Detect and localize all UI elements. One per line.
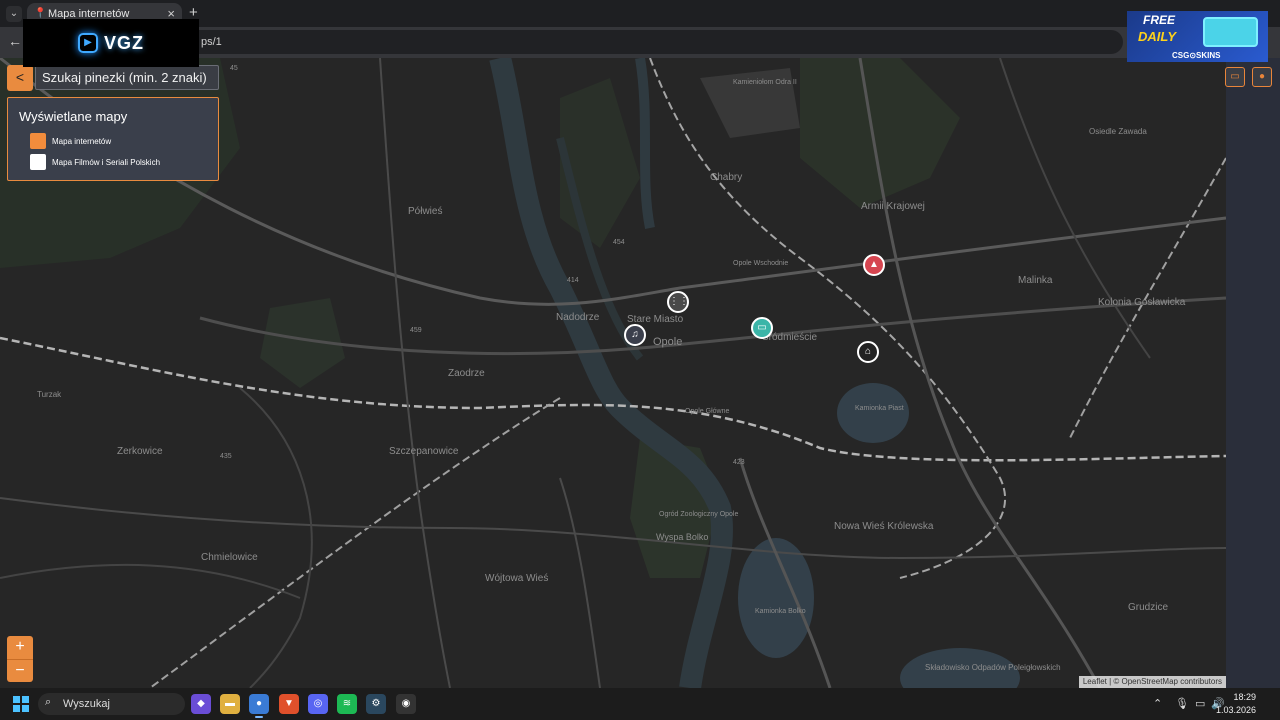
- back-button[interactable]: <: [7, 65, 33, 91]
- taskbar-search-label: Wyszukaj: [63, 698, 110, 710]
- alert-icon: ▲: [869, 259, 879, 270]
- grid-icon: ⋮⋮: [669, 296, 689, 307]
- zoom-out-button[interactable]: −: [7, 660, 33, 683]
- map-label-szczepanowice: Szczepanowice: [389, 446, 459, 457]
- discord-icon[interactable]: ◎: [308, 694, 328, 714]
- browser-back-icon[interactable]: ←: [8, 33, 22, 49]
- grid-pin[interactable]: ⋮⋮: [667, 291, 689, 313]
- copilot-icon[interactable]: ◆: [191, 694, 211, 714]
- map-attribution[interactable]: Leaflet | © OpenStreetMap contributors: [1078, 676, 1226, 688]
- road-459: 459: [410, 327, 422, 334]
- map-label-opole-wschodnie: Opole Wschodnie: [733, 260, 788, 267]
- ad-free-text: FREE: [1143, 13, 1176, 27]
- microphone-icon[interactable]: 🎙: [1175, 697, 1189, 710]
- url-text: ps/1: [201, 36, 222, 48]
- map-label-nowa-wies: Nowa Wieś Królewska: [834, 521, 934, 532]
- network-icon[interactable]: ▭: [1195, 697, 1205, 710]
- steam-icon[interactable]: ⚙: [366, 694, 386, 714]
- tray-chevron-icon[interactable]: ⌃: [1153, 697, 1162, 710]
- zoom-in-button[interactable]: +: [7, 636, 33, 659]
- map-label-kamionka-piast: Kamionka Piast: [855, 405, 904, 412]
- windows-start-icon[interactable]: [13, 696, 29, 712]
- road-454: 454: [613, 239, 625, 246]
- map-label-skladowisko: Składowisko Odpadów Poleigłowskich: [925, 663, 1061, 672]
- building-pin[interactable]: ⌂: [857, 341, 879, 363]
- map-label-armii-krajowej: Armii Krajowej: [861, 201, 925, 212]
- legend-label: Mapa internetów: [52, 136, 112, 146]
- map-label-grudzice: Grudzice: [1128, 602, 1168, 613]
- clock-time: 18:29: [1233, 692, 1256, 702]
- map-label-polwies: Półwieś: [408, 206, 442, 217]
- building-icon: ⌂: [864, 346, 872, 357]
- legend-title: Wyświetlane mapy: [19, 109, 128, 124]
- legend-label: Mapa Filmów i Seriali Polskich: [52, 157, 161, 167]
- map-label-opole-glowne: Opole Główne: [685, 408, 729, 415]
- brave-icon[interactable]: ▼: [279, 694, 299, 714]
- road-435: 435: [220, 453, 232, 460]
- map-label-wyspa-bolko: Wyspa Bolko: [656, 532, 708, 542]
- zoom-control: + −: [7, 636, 33, 682]
- taskbar-search[interactable]: ⌕ Wyszukaj: [38, 693, 185, 715]
- map-label-malinka: Malinka: [1018, 275, 1053, 286]
- road-414: 414: [567, 277, 579, 284]
- windows-taskbar: ⌕ Wyszukaj ◆ ▬ ● ▼ ◎ ≋ ⚙ ◉ ⌃ 🎙 ▭ 🔊 18:29…: [0, 688, 1280, 720]
- right-side-panel: [1226, 58, 1280, 688]
- map-label-zawada: Osiedle Zawada: [1089, 127, 1147, 136]
- legend-swatch-orange: [30, 133, 46, 149]
- monitor-icon[interactable]: ▭: [1225, 67, 1245, 87]
- map-label-chmielowice: Chmielowice: [201, 552, 258, 563]
- map-label-turzak: Turzak: [37, 390, 62, 399]
- legend-panel: Wyświetlane mapy Mapa internetów Mapa Fi…: [7, 97, 219, 181]
- ad-brand-text: CSG⊙SKINS: [1172, 51, 1221, 60]
- taskbar-clock[interactable]: 18:29 1.03.2026: [1216, 691, 1256, 717]
- music-icon: ♫: [631, 329, 639, 340]
- file-explorer-icon[interactable]: ▬: [220, 694, 240, 714]
- legend-swatch-white: [30, 154, 46, 170]
- road-423: 423: [733, 459, 745, 466]
- pin-search-input[interactable]: [35, 65, 219, 90]
- ticket-pin[interactable]: ▭: [751, 317, 773, 339]
- legend-item-mapa-internetow[interactable]: Mapa internetów: [30, 133, 111, 149]
- map-label-city: Opole: [653, 336, 682, 348]
- map-label-zaodrze: Zaodrze: [448, 368, 485, 379]
- chrome-icon[interactable]: ●: [249, 694, 269, 718]
- music-pin[interactable]: ♫: [624, 324, 646, 346]
- obs-icon[interactable]: ◉: [396, 694, 416, 714]
- vgz-logo-overlay: ▶ VGZ: [23, 19, 199, 67]
- info-icon[interactable]: ●: [1252, 67, 1272, 87]
- map-label-zoo: Ogród Zoologiczny Opole: [659, 511, 738, 518]
- csgo-skins-ad[interactable]: FREE DAILY CSG⊙SKINS: [1127, 11, 1268, 62]
- map-label-kolonia-goslawicka: Kolonia Gosławicka: [1098, 297, 1186, 308]
- legend-item-mapa-filmow[interactable]: Mapa Filmów i Seriali Polskich: [30, 154, 160, 170]
- spotify-icon[interactable]: ≋: [337, 694, 357, 714]
- ticket-icon: ▭: [757, 322, 767, 333]
- vgz-logo-text: VGZ: [103, 32, 144, 53]
- map-label-wojtowa-wies: Wójtowa Wieś: [485, 573, 548, 584]
- alert-pin[interactable]: ▲: [863, 254, 885, 276]
- tab-search-icon[interactable]: ⌄: [6, 6, 22, 22]
- map-label-chabry: Chabry: [710, 172, 742, 183]
- clock-date: 1.03.2026: [1215, 705, 1256, 715]
- map-label-nadodrze: Nadodrze: [556, 312, 600, 323]
- road-45: 45: [230, 65, 238, 72]
- map-label-zerkowice: Zerkowice: [117, 446, 163, 457]
- map-label-kamieniolom: Kamieniołom Odra II: [733, 79, 797, 86]
- map-label-kamionka-bolko: Kamionka Bolko: [755, 608, 806, 615]
- search-icon: ⌕: [45, 696, 52, 708]
- ad-daily-text: DAILY: [1138, 29, 1177, 44]
- play-icon: ▶: [77, 33, 98, 53]
- ad-case-image: [1203, 17, 1258, 47]
